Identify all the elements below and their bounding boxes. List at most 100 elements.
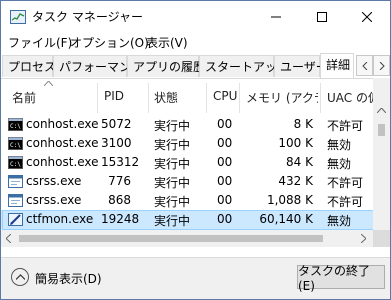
svg-text:C:\: C:\ (10, 123, 21, 130)
process-uac: 不許可 (327, 195, 364, 209)
tab-users[interactable]: ユーザー (274, 55, 328, 77)
column-status[interactable]: 状態 (154, 89, 178, 111)
horizontal-scroll-thumb[interactable] (19, 235, 323, 242)
window-title: タスク マネージャー (32, 10, 143, 24)
tab-app-history[interactable]: アプリの履歴 (127, 55, 205, 77)
process-cpu: 00 (217, 193, 233, 207)
console-icon: C:\ (8, 118, 23, 131)
horizontal-scrollbar[interactable] (1, 230, 373, 247)
table-row[interactable]: C:\ conhost.exe 5072 実行中 00 8 K 不許可 (1, 115, 374, 134)
process-cpu: 00 (217, 136, 233, 150)
process-memory: 84 K (286, 155, 313, 169)
process-uac: 不許可 (327, 176, 364, 190)
column-divider[interactable] (97, 83, 98, 113)
process-cpu: 00 (217, 117, 233, 131)
process-cpu: 00 (217, 155, 233, 169)
menu-options[interactable]: オプション(O) (70, 34, 149, 51)
process-memory: 8 K (293, 117, 313, 131)
scroll-up-icon[interactable] (377, 108, 386, 113)
process-memory: 1,088 K (266, 193, 313, 207)
tab-strip: プロセス パフォーマンス アプリの履歴 スタートアップ ユーザー 詳細 (1, 53, 390, 78)
process-name: conhost.exe (26, 136, 99, 150)
column-divider[interactable] (148, 83, 149, 113)
scroll-left-icon[interactable] (6, 234, 11, 243)
process-pid: 3100 (101, 136, 132, 150)
process-name: conhost.exe (26, 117, 99, 131)
tab-details[interactable]: 詳細 (320, 53, 354, 78)
process-status: 実行中 (154, 157, 191, 171)
task-manager-icon (10, 10, 26, 24)
column-cpu[interactable]: CPU (213, 89, 237, 111)
table-row-selected[interactable]: ctfmon.exe 19248 実行中 00 60,140 K 無効 (1, 210, 375, 230)
process-status: 実行中 (154, 119, 191, 133)
menu-view[interactable]: 表示(V) (146, 34, 188, 51)
column-pid[interactable]: PID (104, 89, 124, 111)
column-divider[interactable] (320, 83, 321, 113)
close-icon (362, 11, 372, 22)
task-manager-window: タスク マネージャー ファイル(F) オプション(O) 表示(V) プロセス パ… (0, 0, 391, 300)
process-status: 実行中 (154, 214, 191, 228)
process-pid: 868 (108, 193, 131, 207)
scroll-right-icon[interactable] (361, 234, 366, 243)
process-pid: 776 (108, 174, 131, 188)
table-row[interactable]: C:\ conhost.exe 15312 実行中 00 84 K 無効 (1, 153, 374, 172)
column-divider[interactable] (206, 83, 207, 113)
process-name: ctfmon.exe (26, 212, 94, 226)
process-memory: 100 K (278, 136, 313, 150)
column-divider[interactable] (239, 83, 240, 113)
process-status: 実行中 (154, 176, 191, 190)
console-icon: C:\ (8, 156, 23, 169)
process-pid: 5072 (101, 117, 132, 131)
title-bar[interactable]: タスク マネージャー (1, 1, 390, 32)
menu-file[interactable]: ファイル(F) (8, 34, 72, 51)
svg-text:C:\: C:\ (10, 142, 21, 149)
process-pid: 19248 (101, 212, 140, 226)
fewer-details-label[interactable]: 簡易表示(D) (35, 270, 102, 287)
close-button[interactable] (344, 1, 390, 32)
process-pid: 15312 (101, 155, 140, 169)
fewer-details-button[interactable] (11, 268, 29, 286)
tab-scroll-left[interactable] (356, 55, 373, 76)
sort-ascending-icon (44, 81, 53, 86)
table-row[interactable]: csrss.exe 868 実行中 00 1,088 K 不許可 (1, 191, 374, 210)
svg-text:C:\: C:\ (10, 161, 21, 168)
chevron-left-icon (361, 61, 367, 70)
maximize-icon (317, 11, 327, 22)
tab-scroll-right[interactable] (373, 55, 390, 76)
table-row[interactable]: C:\ conhost.exe 3100 実行中 00 100 K 無効 (1, 134, 374, 153)
process-status: 実行中 (154, 195, 191, 209)
process-name: conhost.exe (26, 155, 99, 169)
process-status: 実行中 (154, 138, 191, 152)
tab-startup[interactable]: スタートアップ (199, 55, 289, 77)
menu-bar: ファイル(F) オプション(O) 表示(V) (1, 32, 390, 52)
vertical-scrollbar[interactable] (373, 78, 390, 230)
table-row[interactable]: csrss.exe 776 実行中 00 432 K 不許可 (1, 172, 374, 191)
chevron-right-icon (379, 61, 385, 70)
process-uac: 不許可 (327, 119, 364, 133)
window-icon (8, 194, 23, 207)
minimize-button[interactable] (253, 1, 299, 32)
process-memory: 432 K (278, 174, 313, 188)
scrollbar-corner (373, 230, 390, 247)
window-icon (8, 175, 23, 188)
chevron-up-icon (15, 274, 25, 280)
tab-performance[interactable]: パフォーマンス (53, 55, 143, 77)
column-uac[interactable]: UAC の仮... (327, 89, 373, 111)
process-name: csrss.exe (26, 174, 82, 188)
maximize-button[interactable] (299, 1, 345, 32)
end-task-button[interactable]: タスクの終了(E) (297, 264, 385, 293)
tab-processes[interactable]: プロセス (2, 55, 56, 77)
process-name: csrss.exe (26, 193, 82, 207)
vertical-scroll-thumb[interactable] (378, 124, 385, 136)
process-cpu: 00 (217, 212, 233, 226)
process-uac: 無効 (327, 157, 352, 171)
pen-icon (8, 213, 23, 226)
process-uac: 無効 (327, 214, 352, 228)
process-memory: 60,140 K (259, 212, 313, 226)
column-name[interactable]: 名前 (12, 89, 36, 111)
process-uac: 無効 (327, 138, 352, 152)
column-memory[interactable]: メモリ (アクテ... (246, 89, 318, 111)
process-cpu: 00 (217, 174, 233, 188)
minimize-icon (271, 16, 281, 17)
console-icon: C:\ (8, 137, 23, 150)
